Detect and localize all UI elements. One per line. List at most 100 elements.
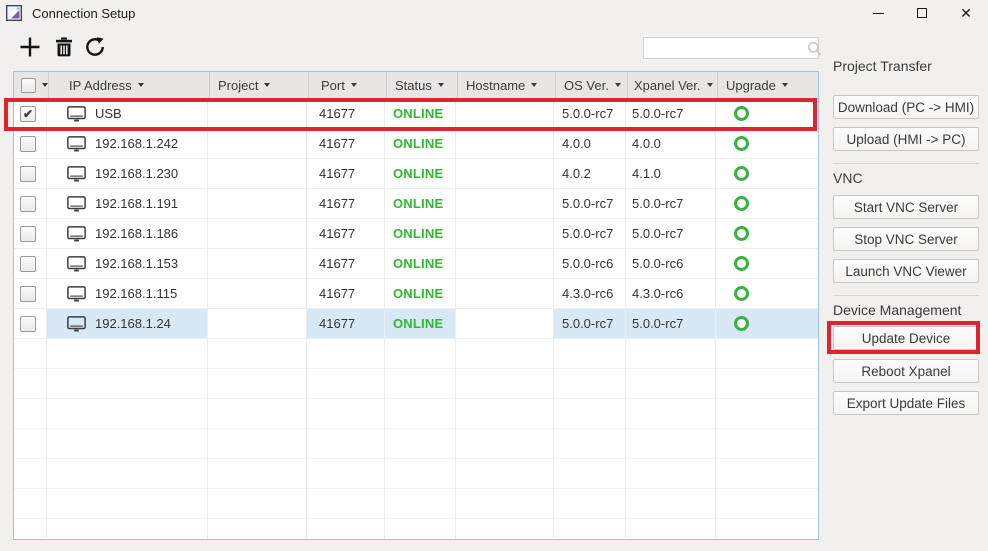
minimize-button[interactable] xyxy=(856,0,900,26)
upgrade-ok-icon xyxy=(734,316,749,331)
maximize-icon xyxy=(917,8,927,18)
monitor-icon xyxy=(67,316,86,332)
device-ip: 192.168.1.153 xyxy=(95,256,178,271)
section-title-device-management: Device Management xyxy=(833,302,979,320)
header-label: Xpanel Ver. xyxy=(634,78,701,93)
add-device-button[interactable] xyxy=(15,34,45,60)
header-status[interactable]: Status xyxy=(387,72,458,98)
monitor-icon xyxy=(67,136,86,152)
table-row[interactable]: 192.168.1.186 41677 ONLINE 5.0.0-rc7 5.0… xyxy=(14,219,818,249)
device-table: IP Address Project Port Status Hostname … xyxy=(13,71,819,540)
header-select-all[interactable] xyxy=(14,72,49,98)
refresh-button[interactable] xyxy=(81,34,109,60)
caret-down-icon xyxy=(531,83,537,87)
header-label: IP Address xyxy=(69,78,132,93)
check-icon: ✔ xyxy=(23,107,33,121)
header-label: OS Ver. xyxy=(564,78,609,93)
row-checkbox[interactable] xyxy=(20,196,36,212)
table-empty-area xyxy=(14,339,818,539)
close-button[interactable]: ✕ xyxy=(944,0,988,26)
device-os-version: 5.0.0-rc7 xyxy=(562,316,613,331)
upgrade-ok-icon xyxy=(734,286,749,301)
upgrade-ok-icon xyxy=(734,136,749,151)
trash-icon xyxy=(55,37,73,57)
monitor-icon xyxy=(67,196,86,212)
search-input[interactable] xyxy=(644,39,807,57)
header-ip-address[interactable]: IP Address xyxy=(49,72,210,98)
device-xpanel-version: 5.0.0-rc7 xyxy=(632,106,683,121)
header-project[interactable]: Project xyxy=(210,72,309,98)
caret-down-icon xyxy=(138,83,144,87)
device-os-version: 5.0.0-rc6 xyxy=(562,256,613,271)
upgrade-ok-icon xyxy=(734,196,749,211)
upgrade-ok-icon xyxy=(734,226,749,241)
row-checkbox[interactable] xyxy=(20,286,36,302)
header-port[interactable]: Port xyxy=(309,72,387,98)
refresh-icon xyxy=(84,36,106,58)
device-port: 41677 xyxy=(319,106,355,121)
section-title-vnc: VNC xyxy=(833,170,979,188)
delete-device-button[interactable] xyxy=(51,34,77,60)
header-label: Project xyxy=(218,78,258,93)
device-port: 41677 xyxy=(319,286,355,301)
search-icon xyxy=(807,41,822,56)
row-checkbox[interactable] xyxy=(20,136,36,152)
device-xpanel-version: 4.3.0-rc6 xyxy=(632,286,683,301)
monitor-icon xyxy=(67,286,86,302)
device-ip: 192.168.1.115 xyxy=(95,286,177,301)
table-row[interactable]: 192.168.1.153 41677 ONLINE 5.0.0-rc6 5.0… xyxy=(14,249,818,279)
device-ip: 192.168.1.191 xyxy=(95,196,178,211)
header-hostname[interactable]: Hostname xyxy=(458,72,556,98)
sidebar: Project Transfer Download (PC -> HMI) Up… xyxy=(833,58,979,415)
section-title-project-transfer: Project Transfer xyxy=(833,58,979,76)
launch-vnc-viewer-button[interactable]: Launch VNC Viewer xyxy=(833,259,979,283)
table-row[interactable]: 192.168.1.242 41677 ONLINE 4.0.0 4.0.0 xyxy=(14,129,818,159)
device-port: 41677 xyxy=(319,196,355,211)
device-xpanel-version: 4.1.0 xyxy=(632,166,661,181)
row-checkbox[interactable] xyxy=(20,316,36,332)
export-update-files-button[interactable]: Export Update Files xyxy=(833,391,979,415)
table-body: ✔ USB 41677 ONLINE 5.0.0-rc7 5.0.0-rc7 xyxy=(14,99,818,339)
header-upgrade[interactable]: Upgrade xyxy=(718,72,818,98)
device-xpanel-version: 5.0.0-rc7 xyxy=(632,316,683,331)
device-status: ONLINE xyxy=(393,286,443,301)
update-device-button[interactable]: Update Device xyxy=(833,326,979,350)
close-icon: ✕ xyxy=(960,6,972,20)
header-os-version[interactable]: OS Ver. xyxy=(556,72,628,98)
row-checkbox[interactable] xyxy=(20,226,36,242)
divider xyxy=(833,295,979,296)
device-status: ONLINE xyxy=(393,256,443,271)
header-label: Hostname xyxy=(466,78,525,93)
table-row[interactable]: 192.168.1.230 41677 ONLINE 4.0.2 4.1.0 xyxy=(14,159,818,189)
caret-down-icon xyxy=(438,83,444,87)
upgrade-ok-icon xyxy=(734,166,749,181)
maximize-button[interactable] xyxy=(900,0,944,26)
table-row[interactable]: 192.168.1.191 41677 ONLINE 5.0.0-rc7 5.0… xyxy=(14,189,818,219)
header-label: Upgrade xyxy=(726,78,776,93)
stop-vnc-server-button[interactable]: Stop VNC Server xyxy=(833,227,979,251)
row-checkbox[interactable]: ✔ xyxy=(20,106,36,122)
caret-down-icon xyxy=(42,83,48,87)
divider xyxy=(833,163,979,164)
row-checkbox[interactable] xyxy=(20,166,36,182)
table-row[interactable]: 192.168.1.24 41677 ONLINE 5.0.0-rc7 5.0.… xyxy=(14,309,818,339)
table-row[interactable]: ✔ USB 41677 ONLINE 5.0.0-rc7 5.0.0-rc7 xyxy=(14,99,818,129)
device-status: ONLINE xyxy=(393,316,443,331)
monitor-icon xyxy=(67,226,86,242)
device-os-version: 5.0.0-rc7 xyxy=(562,226,613,241)
download-pc-to-hmi-button[interactable]: Download (PC -> HMI) xyxy=(833,95,979,119)
start-vnc-server-button[interactable]: Start VNC Server xyxy=(833,195,979,219)
upload-hmi-to-pc-button[interactable]: Upload (HMI -> PC) xyxy=(833,127,979,151)
header-xpanel-version[interactable]: Xpanel Ver. xyxy=(628,72,718,98)
app-icon xyxy=(6,5,22,21)
reboot-xpanel-button[interactable]: Reboot Xpanel xyxy=(833,359,979,383)
device-ip: 192.168.1.230 xyxy=(95,166,178,181)
header-label: Port xyxy=(321,78,345,93)
table-row[interactable]: 192.168.1.115 41677 ONLINE 4.3.0-rc6 4.3… xyxy=(14,279,818,309)
plus-icon xyxy=(19,36,41,58)
device-port: 41677 xyxy=(319,166,355,181)
row-checkbox[interactable] xyxy=(20,256,36,272)
monitor-icon xyxy=(67,256,86,272)
device-ip: 192.168.1.24 xyxy=(95,316,171,331)
select-all-checkbox[interactable] xyxy=(21,78,36,93)
